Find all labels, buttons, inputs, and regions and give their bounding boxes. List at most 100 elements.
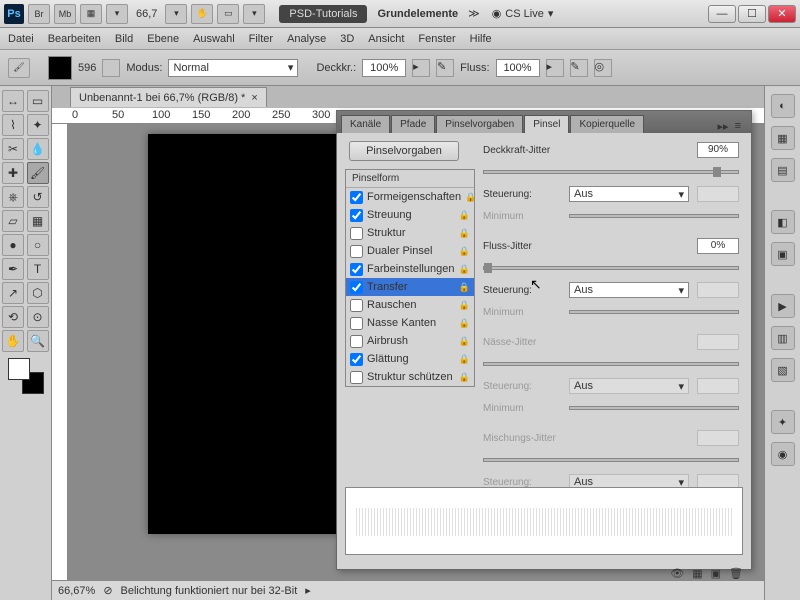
lock-icon[interactable]: 🔒 bbox=[459, 300, 470, 311]
airbrush-toggle[interactable]: ✎ bbox=[570, 59, 588, 77]
panel-collapse-icon[interactable]: ▸▸ bbox=[718, 120, 729, 133]
brush-option-7[interactable]: Nasse Kanten🔒 bbox=[346, 314, 474, 332]
bridge-button[interactable]: Br bbox=[28, 4, 50, 24]
lock-icon[interactable]: 🔒 bbox=[459, 210, 470, 221]
hand-tool[interactable]: ✋ bbox=[2, 330, 24, 352]
3d-tool[interactable]: ⟲ bbox=[2, 306, 24, 328]
path-tool[interactable]: ↗ bbox=[2, 282, 24, 304]
brush-option-1[interactable]: Streuung🔒 bbox=[346, 206, 474, 224]
pen-tool[interactable]: ✒ bbox=[2, 258, 24, 280]
3d-camera-tool[interactable]: ⊙ bbox=[27, 306, 49, 328]
opacity-jitter-value[interactable]: 90% bbox=[697, 142, 739, 158]
menu-hilfe[interactable]: Hilfe bbox=[470, 33, 492, 45]
blend-mode-select[interactable]: Normal▾ bbox=[168, 59, 298, 77]
dodge-tool[interactable]: ○ bbox=[27, 234, 49, 256]
toggle-preview-icon[interactable]: 👁 bbox=[670, 567, 684, 580]
eraser-tool[interactable]: ▱ bbox=[2, 210, 24, 232]
flow-control-select[interactable]: Aus▾ bbox=[569, 282, 689, 298]
brush-option-checkbox[interactable] bbox=[350, 299, 363, 312]
flow-arrow[interactable]: ▸ bbox=[546, 59, 564, 77]
menu-analyse[interactable]: Analyse bbox=[287, 33, 326, 45]
history-panel-icon[interactable]: ✦ bbox=[771, 410, 795, 434]
document-canvas[interactable] bbox=[148, 134, 343, 534]
marquee-tool[interactable]: ▭ bbox=[27, 90, 49, 112]
close-tab-icon[interactable]: × bbox=[251, 92, 257, 104]
close-button[interactable]: ✕ bbox=[768, 5, 796, 23]
brush-option-checkbox[interactable] bbox=[350, 227, 363, 240]
minimize-button[interactable]: — bbox=[708, 5, 736, 23]
color-swatches[interactable] bbox=[8, 358, 44, 394]
lock-icon[interactable]: 🔒 bbox=[465, 192, 476, 203]
zoom-level[interactable]: 66,7 bbox=[132, 8, 161, 20]
brush-option-6[interactable]: Rauschen🔒 bbox=[346, 296, 474, 314]
brush-option-checkbox[interactable] bbox=[350, 191, 363, 204]
pinselform-header[interactable]: Pinselform bbox=[346, 170, 474, 188]
lock-icon[interactable]: 🔒 bbox=[459, 228, 470, 239]
menu-auswahl[interactable]: Auswahl bbox=[193, 33, 235, 45]
menu-3d[interactable]: 3D bbox=[340, 33, 354, 45]
tab-kopierquelle[interactable]: Kopierquelle bbox=[570, 115, 644, 133]
eyedropper-tool[interactable]: 💧 bbox=[27, 138, 49, 160]
foreground-color[interactable] bbox=[8, 358, 30, 380]
opacity-control-select[interactable]: Aus▾ bbox=[569, 186, 689, 202]
crop-tool[interactable]: ✂ bbox=[2, 138, 24, 160]
channels-panel-icon[interactable]: ▥ bbox=[771, 326, 795, 350]
heal-tool[interactable]: ✚ bbox=[2, 162, 24, 184]
workspace-grundelemente[interactable]: Grundelemente bbox=[377, 8, 458, 20]
menu-bearbeiten[interactable]: Bearbeiten bbox=[48, 33, 101, 45]
swatches-panel-icon[interactable]: ▦ bbox=[771, 126, 795, 150]
wand-tool[interactable]: ✦ bbox=[27, 114, 49, 136]
brush-preview[interactable] bbox=[48, 56, 72, 80]
panel-menu-icon[interactable]: ≡ bbox=[735, 120, 741, 133]
gradient-tool[interactable]: ▦ bbox=[27, 210, 49, 232]
menu-ebene[interactable]: Ebene bbox=[147, 33, 179, 45]
flow-field[interactable]: 100% bbox=[496, 59, 540, 77]
styles-panel-icon[interactable]: ▤ bbox=[771, 158, 795, 182]
lock-icon[interactable]: 🔒 bbox=[459, 282, 470, 293]
minibridge-button[interactable]: Mb bbox=[54, 4, 76, 24]
lock-icon[interactable]: 🔒 bbox=[459, 354, 470, 365]
maximize-button[interactable]: ☐ bbox=[738, 5, 766, 23]
brush-option-checkbox[interactable] bbox=[350, 317, 363, 330]
brush-tool-icon[interactable]: 🖌 bbox=[8, 58, 30, 78]
brush-option-9[interactable]: Glättung🔒 bbox=[346, 350, 474, 368]
opacity-pressure[interactable]: ✎ bbox=[436, 59, 454, 77]
menu-bild[interactable]: Bild bbox=[115, 33, 133, 45]
brush-option-0[interactable]: Formeigenschaften🔒 bbox=[346, 188, 474, 206]
layers-panel-icon[interactable]: ▶ bbox=[771, 294, 795, 318]
pinselvorgaben-button[interactable]: Pinselvorgaben bbox=[349, 141, 459, 161]
screen-mode-dropdown[interactable]: ▾ bbox=[243, 4, 265, 24]
opacity-arrow[interactable]: ▸ bbox=[412, 59, 430, 77]
brush-option-checkbox[interactable] bbox=[350, 281, 363, 294]
move-tool[interactable]: ↔ bbox=[2, 90, 24, 112]
opacity-field[interactable]: 100% bbox=[362, 59, 406, 77]
type-tool[interactable]: T bbox=[27, 258, 49, 280]
arrange-button[interactable]: ▾ bbox=[106, 4, 128, 24]
shape-tool[interactable]: ⬡ bbox=[27, 282, 49, 304]
brush-option-checkbox[interactable] bbox=[350, 335, 363, 348]
tab-pfade[interactable]: Pfade bbox=[391, 115, 435, 133]
brush-tool[interactable]: 🖌 bbox=[27, 162, 49, 184]
brush-option-checkbox[interactable] bbox=[350, 245, 363, 258]
lock-icon[interactable]: 🔒 bbox=[459, 372, 470, 383]
brush-option-5[interactable]: Transfer🔒 bbox=[346, 278, 474, 296]
brush-option-checkbox[interactable] bbox=[350, 371, 363, 384]
lock-icon[interactable]: 🔒 bbox=[459, 318, 470, 329]
actions-panel-icon[interactable]: ◉ bbox=[771, 442, 795, 466]
adjustments-panel-icon[interactable]: ◧ bbox=[771, 210, 795, 234]
tab-pinsel[interactable]: Pinsel bbox=[524, 115, 569, 133]
workspace-psd-tutorials[interactable]: PSD-Tutorials bbox=[279, 5, 367, 23]
color-panel-icon[interactable]: ◐ bbox=[771, 94, 795, 118]
brush-option-8[interactable]: Airbrush🔒 bbox=[346, 332, 474, 350]
create-brush-icon[interactable]: ▣ bbox=[711, 567, 721, 580]
flow-jitter-slider[interactable] bbox=[483, 266, 739, 270]
menu-filter[interactable]: Filter bbox=[249, 33, 273, 45]
trash-icon[interactable]: 🗑 bbox=[729, 567, 743, 580]
lock-icon[interactable]: 🔒 bbox=[459, 246, 470, 257]
brush-option-4[interactable]: Farbeinstellungen🔒 bbox=[346, 260, 474, 278]
masks-panel-icon[interactable]: ▣ bbox=[771, 242, 795, 266]
blur-tool[interactable]: ● bbox=[2, 234, 24, 256]
brush-option-10[interactable]: Struktur schützen🔒 bbox=[346, 368, 474, 386]
menu-fenster[interactable]: Fenster bbox=[418, 33, 455, 45]
view-extras-button[interactable]: ▦ bbox=[80, 4, 102, 24]
